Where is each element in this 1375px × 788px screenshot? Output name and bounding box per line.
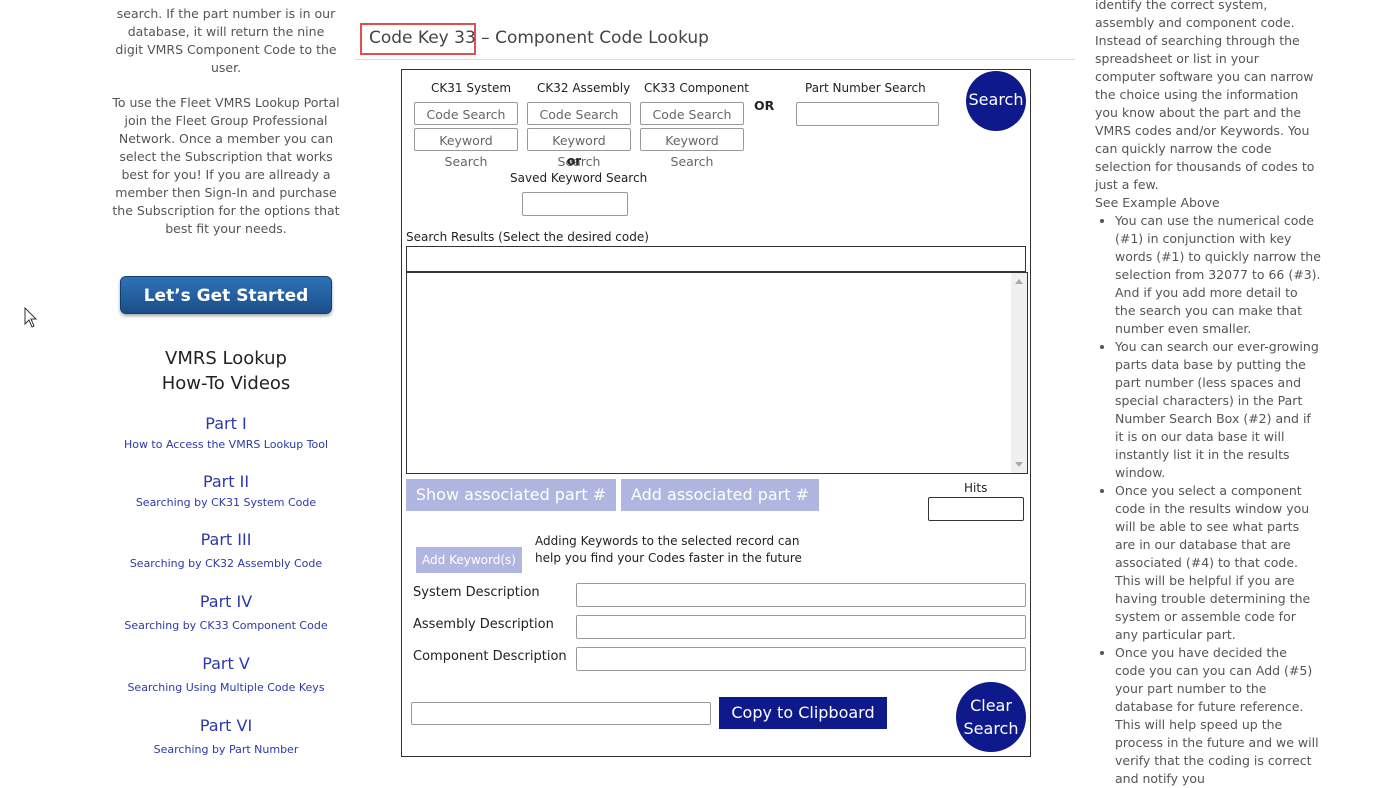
help-bullet-1: You can use the numerical code (#1) in c… <box>1115 212 1321 338</box>
clipboard-text-input[interactable] <box>411 702 711 725</box>
help-bullet-list: You can use the numerical code (#1) in c… <box>1095 212 1321 788</box>
hits-label: Hits <box>964 481 988 495</box>
part-number-search-input[interactable] <box>796 102 939 126</box>
search-results-label: Search Results (Select the desired code) <box>406 230 649 244</box>
page-title: Code Key 33 – Component Code Lookup <box>369 28 709 48</box>
lets-get-started-button[interactable]: Let’s Get Started <box>120 276 332 314</box>
intro-text: search. If the part number is in our dat… <box>115 6 337 75</box>
help-bullet-2: You can search our ever-growing parts da… <box>1115 338 1321 482</box>
results-scrollbar[interactable] <box>1011 273 1027 473</box>
add-associated-part-button[interactable]: Add associated part # <box>621 479 819 511</box>
video-link-part-3[interactable]: Part III <box>112 530 340 549</box>
video-subtitle-part-6[interactable]: Searching by Part Number <box>112 743 340 756</box>
component-description-input[interactable] <box>576 647 1026 671</box>
help-text-column: identify the correct system, assembly an… <box>1095 0 1321 788</box>
video-subtitle-part-1[interactable]: How to Access the VMRS Lookup Tool <box>112 438 340 451</box>
video-subtitle-part-2[interactable]: Searching by CK31 System Code <box>112 496 340 509</box>
ck33-label: CK33 Component <box>644 81 749 95</box>
video-link-part-4[interactable]: Part IV <box>112 592 340 611</box>
add-keywords-note-line1: Adding Keywords to the selected record c… <box>535 534 800 548</box>
assembly-description-input[interactable] <box>576 615 1026 639</box>
ck31-keyword-search-button[interactable]: Keyword Search <box>414 128 518 169</box>
add-keywords-note-line2: help you find your Codes faster in the f… <box>535 551 802 565</box>
video-subtitle-part-3[interactable]: Searching by CK32 Assembly Code <box>112 557 340 570</box>
video-link-part-5[interactable]: Part V <box>112 654 340 673</box>
help-intro-line1: identify the correct system, <box>1095 0 1268 12</box>
part-number-search-label: Part Number Search <box>805 81 926 95</box>
system-description-input[interactable] <box>576 583 1026 607</box>
clear-search-label-1: Clear <box>970 696 1012 715</box>
hits-count-field <box>928 497 1024 521</box>
ck33-code-search-button[interactable]: Code Search <box>640 102 744 125</box>
video-link-part-6[interactable]: Part VI <box>112 716 340 735</box>
ck31-label: CK31 System <box>431 81 512 95</box>
search-results-list[interactable] <box>406 272 1028 474</box>
clear-search-button[interactable]: Clear Search <box>956 682 1026 752</box>
saved-keyword-search-label: Saved Keyword Search <box>510 171 648 185</box>
ck32-keyword-search-button[interactable]: Keyword Search <box>527 128 631 169</box>
help-intro: assembly and component code. Instead of … <box>1095 15 1315 192</box>
see-example-text: See Example Above <box>1095 195 1220 210</box>
clear-search-label-2: Search <box>963 719 1019 738</box>
video-link-part-1[interactable]: Part I <box>112 414 340 433</box>
join-text: To use the Fleet VMRS Lookup Portal join… <box>112 95 340 236</box>
ck33-keyword-search-button[interactable]: Keyword Search <box>640 128 744 169</box>
video-subtitle-part-5[interactable]: Searching Using Multiple Code Keys <box>112 681 340 694</box>
component-description-label: Component Description <box>413 649 567 664</box>
selected-result-field[interactable] <box>406 246 1026 272</box>
saved-keyword-search-input[interactable] <box>522 192 628 216</box>
add-keywords-button[interactable]: Add Keyword(s) <box>416 547 522 573</box>
ck32-label: CK32 Assembly <box>537 81 631 95</box>
video-subtitle-part-4[interactable]: Searching by CK33 Component Code <box>112 619 340 632</box>
video-link-part-2[interactable]: Part II <box>112 472 340 491</box>
heading-divider <box>355 59 1075 60</box>
page-title-highlight: Code Key 33 <box>369 28 476 48</box>
videos-title-line1: VMRS Lookup <box>165 348 287 369</box>
or-separator-lower: or <box>567 154 582 168</box>
search-button[interactable]: Search <box>966 71 1026 131</box>
assembly-description-label: Assembly Description <box>413 617 554 632</box>
show-associated-part-button[interactable]: Show associated part # <box>406 479 616 511</box>
scroll-up-icon[interactable] <box>1015 279 1023 284</box>
scroll-down-icon[interactable] <box>1015 462 1023 467</box>
videos-title-line2: How-To Videos <box>161 373 291 394</box>
help-bullet-4: Once you have decided the code you can y… <box>1115 644 1321 788</box>
copy-to-clipboard-button[interactable]: Copy to Clipboard <box>719 697 887 729</box>
system-description-label: System Description <box>413 585 540 600</box>
or-separator-upper: OR <box>754 98 775 113</box>
ck31-code-search-button[interactable]: Code Search <box>414 102 518 125</box>
mouse-cursor-icon <box>24 307 38 328</box>
ck32-code-search-button[interactable]: Code Search <box>527 102 631 125</box>
page-title-rest: – Component Code Lookup <box>475 28 709 48</box>
help-bullet-3: Once you select a component code in the … <box>1115 482 1321 644</box>
